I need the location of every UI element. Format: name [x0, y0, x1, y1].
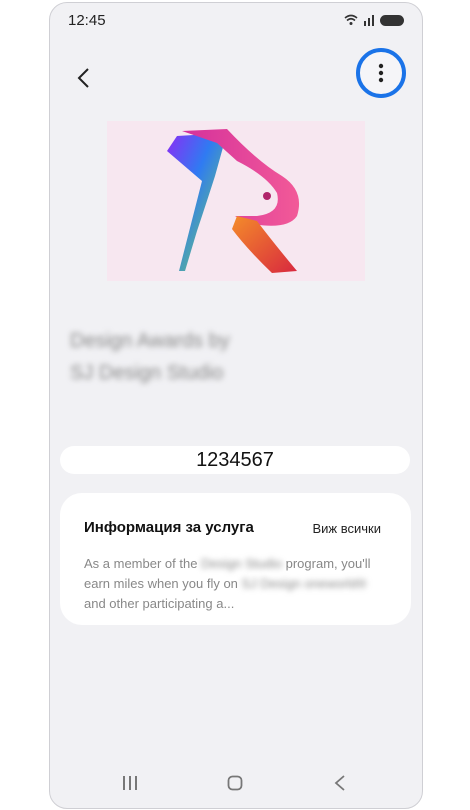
status-time: 12:45	[68, 12, 106, 29]
more-options-button[interactable]	[356, 48, 406, 98]
chevron-left-icon	[77, 68, 89, 88]
rabbit-r-logo	[167, 129, 300, 273]
recents-button[interactable]	[115, 770, 145, 796]
status-bar: 12:45	[68, 12, 404, 32]
back-icon	[334, 775, 345, 791]
card-name: Design Awards by SJ Design Studio	[56, 305, 330, 405]
home-button[interactable]	[220, 770, 250, 796]
service-info-description: As a member of the Design Studio program…	[84, 554, 387, 614]
back-button[interactable]	[68, 63, 98, 93]
card-logo	[107, 121, 365, 281]
desc-blurred-airline: SJ Design oneworld®	[241, 576, 367, 591]
home-icon	[227, 775, 243, 791]
wifi-icon	[344, 14, 358, 25]
battery-icon	[380, 14, 404, 26]
desc-text: and other participating a...	[84, 596, 235, 611]
signal-icon	[364, 15, 374, 26]
card-name-line2: SJ Design Studio	[70, 362, 224, 384]
card-number[interactable]: 1234567	[60, 446, 410, 474]
card-name-line1: Design Awards by	[70, 330, 230, 352]
status-icons	[344, 14, 404, 26]
phone-screen: 12:45 Design Awards by SJ Design Studio …	[49, 2, 423, 809]
nav-back-button[interactable]	[325, 770, 355, 796]
desc-text: As a member of the	[84, 556, 202, 571]
view-all-link[interactable]: Виж всички	[313, 521, 382, 536]
recents-icon	[123, 776, 137, 790]
desc-blurred-name: Design Studio	[201, 556, 283, 571]
navigation-bar	[50, 770, 422, 796]
vertical-dots-icon	[378, 63, 384, 83]
service-info-card: Информация за услуга Виж всички As a mem…	[60, 493, 411, 625]
